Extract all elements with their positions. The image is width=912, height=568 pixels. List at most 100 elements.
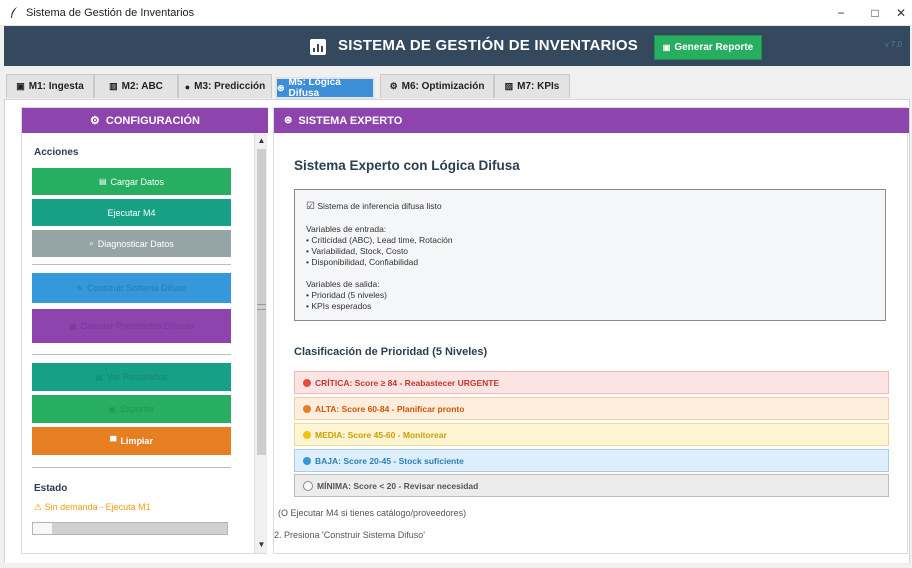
status-message: ⚠ Sin demanda - Ejecuta M1	[34, 502, 151, 513]
bar-chart-icon: ▥	[109, 81, 118, 91]
info-ready-line: ☑ Sistema de inferencia difusa listo	[306, 201, 442, 212]
trash-icon: ▀	[110, 436, 117, 446]
priority-critical: CRÍTICA: Score ≥ 84 - Reabastecer URGENT…	[294, 371, 889, 394]
priority-heading: Clasificación de Prioridad (5 Niveles)	[294, 346, 488, 358]
expert-system-heading: Sistema Experto con Lógica Difusa	[294, 158, 520, 173]
info-line: • Criticidad (ABC), Lead time, Rotación	[306, 235, 453, 245]
scroll-down-icon[interactable]: ▼	[256, 539, 267, 550]
trend-chart-icon: ▨	[504, 81, 514, 91]
folder-icon: ▤	[98, 177, 107, 186]
box-icon: ▣	[16, 81, 25, 91]
warning-icon: ⚠	[34, 502, 43, 512]
info-line: • Variabilidad, Stock, Costo	[306, 246, 409, 256]
tab-m1[interactable]: ▣ M1: Ingesta	[6, 74, 94, 98]
priority-medium-label: MEDIA: Score 45-60 - Monitorear	[315, 429, 447, 440]
priority-low-label: BAJA: Score 20-45 - Stock suficiente	[315, 455, 464, 466]
blue-dot-icon	[303, 456, 311, 465]
export-button[interactable]: ▣ Exportar	[32, 395, 231, 423]
gear-icon: ⚙	[389, 81, 398, 91]
clear-button[interactable]: ▀ Limpiar	[32, 427, 231, 455]
config-panel: ⚙ CONFIGURACIÓN Acciones ▤ Cargar Datos …	[21, 107, 268, 554]
checkbox-icon: ☑	[306, 201, 315, 212]
minimize-button[interactable]: −	[824, 0, 858, 26]
priority-low: BAJA: Score 20-45 - Stock suficiente	[294, 449, 889, 472]
view-results-label: Ver Resultados	[106, 372, 168, 382]
empty-circle-icon	[303, 480, 313, 491]
build-fuzzy-system-label: Construir Sistema Difuso	[87, 283, 187, 293]
instruction-text: 2. Presiona 'Construir Sistema Difuso'	[274, 530, 425, 540]
orange-dot-icon	[303, 404, 311, 413]
tab-label: M3: Predicción	[194, 81, 266, 92]
divider	[32, 354, 231, 355]
load-data-label: Cargar Datos	[110, 176, 165, 187]
bottom-strip	[4, 563, 910, 568]
instruction-line: 2. Presiona 'Construir Sistema Difuso'	[274, 530, 425, 540]
priority-high-label: ALTA: Score 60-84 - Planificar pronto	[315, 403, 465, 414]
status-message-text: Sin demanda - Ejecuta M1	[44, 502, 151, 512]
brain-icon: ⊛	[277, 82, 285, 93]
tab-label: M7: KPIs	[517, 81, 560, 92]
tab-m2[interactable]: ▥ M2: ABC	[94, 74, 178, 98]
tab-m7[interactable]: ▨ M7: KPIs	[494, 74, 570, 98]
inference-info-box: ☑ Sistema de inferencia difusa listo Var…	[294, 189, 886, 321]
red-dot-icon	[303, 378, 311, 387]
priority-high: ALTA: Score 60-84 - Planificar pronto	[294, 397, 889, 420]
info-line: • Prioridad (5 niveles)	[306, 290, 387, 300]
config-panel-header: ⚙ CONFIGURACIÓN	[22, 108, 268, 133]
wrench-icon: ✎	[76, 283, 84, 293]
calculate-priorities-label: Calcular Prioridades Difusas	[80, 321, 195, 331]
tab-label: M5: Lógica Difusa	[288, 77, 341, 99]
app-header: SISTEMA DE GESTIÓN DE INVENTARIOS ▣ Gene…	[4, 26, 910, 66]
priority-minimal: MÍNIMA: Score < 20 - Revisar necesidad	[294, 474, 889, 497]
scroll-up-icon[interactable]: ▲	[256, 135, 267, 146]
module-tabs: ▣ M1: Ingesta ▥ M2: ABC ● M3: Predicción…	[4, 66, 910, 99]
run-m4-button[interactable]: Ejecutar M4	[32, 199, 231, 226]
divider	[32, 264, 231, 265]
config-scroll-area[interactable]: Acciones ▤ Cargar Datos Ejecutar M4 ⌕ Di…	[22, 133, 254, 553]
info-ready-text: Sistema de inferencia difusa listo	[317, 201, 442, 211]
scrollbar-grip-icon	[257, 304, 266, 310]
instruction-text: (O Ejecutar M4 si tienes catálogo/provee…	[278, 508, 467, 518]
tab-m5[interactable]: ⊛ M5: Lógica Difusa	[275, 77, 375, 99]
tab-label: M2: ABC	[121, 81, 163, 92]
calculate-priorities-button[interactable]: ▦ Calcular Prioridades Difusas	[32, 309, 231, 343]
info-line: • Disponibilidad, Confiabilidad	[306, 257, 419, 267]
priority-critical-label: CRÍTICA: Score ≥ 84 - Reabastecer URGENT…	[315, 377, 500, 388]
tab-m6[interactable]: ⚙ M6: Optimización	[380, 74, 494, 98]
dot-icon: ●	[184, 81, 191, 92]
gear-icon: ⚙	[90, 115, 100, 127]
load-data-button[interactable]: ▤ Cargar Datos	[32, 168, 231, 195]
clipboard-icon: ▤	[95, 372, 103, 382]
tab-m3[interactable]: ● M3: Predicción	[178, 74, 272, 98]
chart-logo-icon	[310, 39, 326, 55]
info-line: • KPIs esperados	[306, 301, 372, 311]
report-icon: ▣	[662, 43, 671, 52]
progress-fill	[33, 523, 53, 534]
version-label: v 7.0	[884, 40, 902, 49]
instruction-line: (O Ejecutar M4 si tienes catálogo/provee…	[274, 508, 466, 518]
generate-report-label: Generar Reporte	[674, 42, 754, 53]
instructions-area: (O Ejecutar M4 si tienes catálogo/provee…	[274, 506, 909, 553]
expert-panel-header: ⊛ SISTEMA EXPERTO	[274, 108, 909, 133]
divider	[32, 467, 231, 468]
window-title: Sistema de Gestión de Inventarios	[26, 6, 195, 19]
close-button[interactable]: ✕	[884, 0, 912, 26]
feather-icon	[7, 6, 21, 20]
export-label: Exportar	[120, 404, 155, 414]
view-results-button[interactable]: ▤ Ver Resultados	[32, 363, 231, 391]
priority-medium: MEDIA: Score 45-60 - Monitorear	[294, 423, 889, 446]
clear-label: Limpiar	[120, 436, 153, 446]
config-panel-title: CONFIGURACIÓN	[105, 114, 200, 127]
build-fuzzy-system-button[interactable]: ✎ Construir Sistema Difuso	[32, 273, 231, 303]
brain-icon: ⊛	[284, 115, 293, 126]
scrollbar-thumb[interactable]	[257, 149, 266, 455]
actions-label: Acciones	[34, 147, 79, 158]
generate-report-button[interactable]: ▣ Generar Reporte	[654, 35, 762, 60]
calculator-icon: ▦	[68, 321, 77, 331]
tab-label: M1: Ingesta	[28, 81, 84, 92]
config-scrollbar[interactable]: ▲ ▼	[254, 133, 267, 553]
expert-panel-title: SISTEMA EXPERTO	[298, 114, 403, 127]
diagnose-data-button[interactable]: ⌕ Diagnosticar Datos	[32, 230, 231, 257]
tab-label: M6: Optimización	[401, 81, 485, 92]
window-titlebar: Sistema de Gestión de Inventarios − □ ✕	[0, 0, 912, 26]
